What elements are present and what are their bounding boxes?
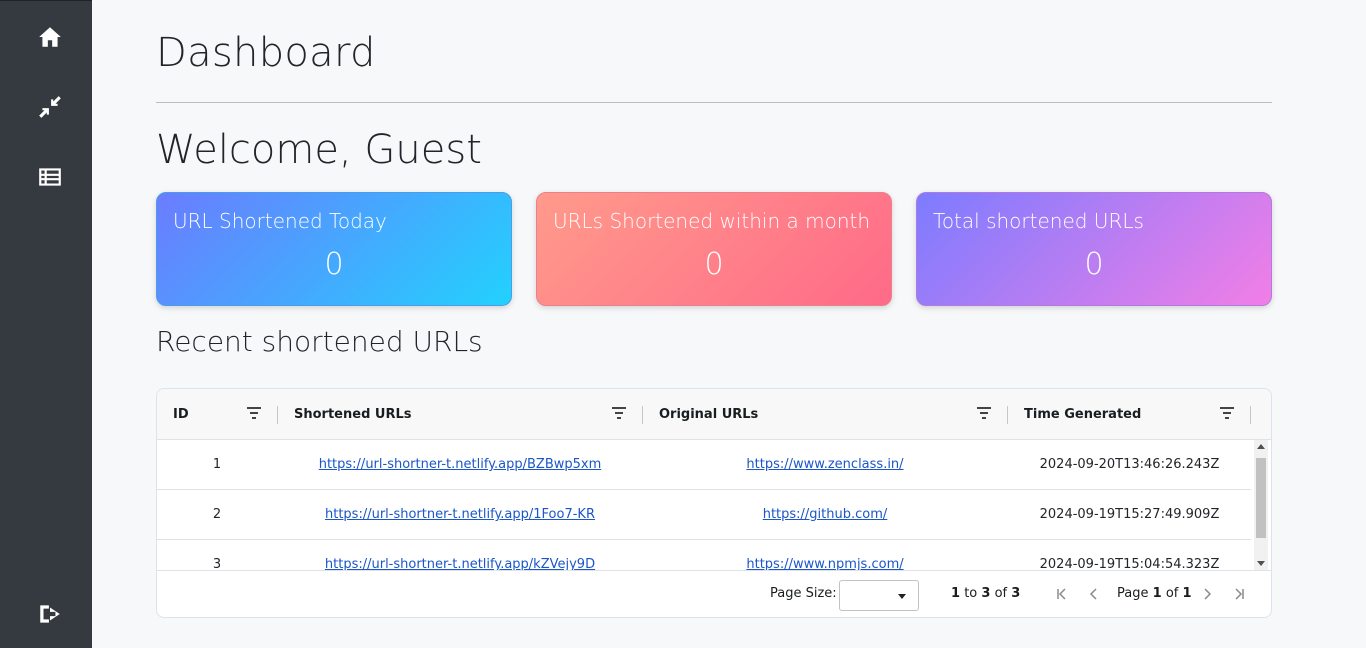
- page-indicator: Page 1 of 1: [1117, 586, 1192, 601]
- scroll-down-icon[interactable]: [1257, 561, 1265, 566]
- cell-shortened-url: https://url-shortner-t.netlify.app/1Foo7…: [278, 490, 642, 539]
- card-title: URLs Shortened within a month: [553, 209, 871, 233]
- range-of-word: of: [994, 586, 1008, 601]
- cell-time: 2024-09-20T13:46:26.243Z: [1039, 457, 1220, 472]
- card-url-shortened-today: URL Shortened Today 0: [156, 192, 512, 306]
- scroll-up-icon[interactable]: [1257, 444, 1265, 449]
- filter-icon[interactable]: [1220, 407, 1234, 419]
- range-from: 1: [951, 586, 961, 601]
- cell-original-url: https://github.com/: [643, 490, 1007, 539]
- filter-icon[interactable]: [977, 407, 991, 419]
- filter-icon[interactable]: [247, 407, 261, 419]
- page-title: Dashboard: [156, 30, 376, 76]
- cell-original-url: https://www.npmjs.com/: [643, 540, 1007, 570]
- recent-urls-heading: Recent shortened URLs: [156, 325, 483, 358]
- card-title: URL Shortened Today: [173, 209, 387, 233]
- shortened-url-link[interactable]: https://url-shortner-t.netlify.app/kZVej…: [325, 557, 595, 570]
- welcome-heading: Welcome, Guest: [156, 127, 482, 173]
- column-header-time-generated[interactable]: Time Generated: [1008, 389, 1251, 440]
- card-value: 0: [1084, 247, 1104, 282]
- original-url-link[interactable]: https://github.com/: [763, 507, 888, 522]
- logout-icon[interactable]: [36, 600, 64, 628]
- original-url-link[interactable]: https://www.npmjs.com/: [746, 557, 903, 570]
- card-value: 0: [324, 247, 344, 282]
- card-value: 0: [704, 247, 724, 282]
- table-row[interactable]: 2 https://url-shortner-t.netlify.app/1Fo…: [157, 490, 1251, 540]
- cell-shortened-url: https://url-shortner-t.netlify.app/kZVej…: [278, 540, 642, 570]
- chevron-down-icon: [898, 594, 906, 599]
- grid-header: ID Shortened URLs Original URLs Time Gen…: [157, 389, 1271, 440]
- home-icon[interactable]: [36, 23, 64, 51]
- column-header-label: Shortened URLs: [294, 407, 412, 422]
- card-urls-shortened-month: URLs Shortened within a month 0: [536, 192, 892, 306]
- divider: [156, 102, 1272, 103]
- column-header-original-urls[interactable]: Original URLs: [643, 389, 1007, 440]
- column-header-label: Time Generated: [1024, 407, 1142, 422]
- vertical-scrollbar[interactable]: [1254, 440, 1268, 570]
- page-current: 1: [1152, 586, 1162, 601]
- column-header-shortened-urls[interactable]: Shortened URLs: [278, 389, 642, 440]
- page-word: Page: [1117, 586, 1149, 601]
- page-of-word: of: [1165, 586, 1179, 601]
- shortened-url-link[interactable]: https://url-shortner-t.netlify.app/1Foo7…: [325, 507, 595, 522]
- range-total: 3: [1011, 586, 1021, 601]
- cell-id: 3: [212, 557, 222, 570]
- table-row[interactable]: 1 https://url-shortner-t.netlify.app/BZB…: [157, 440, 1251, 490]
- grid-body[interactable]: 1 https://url-shortner-t.netlify.app/BZB…: [157, 440, 1251, 570]
- row-summary: 1 to 3 of 3: [951, 586, 1020, 601]
- compress-icon[interactable]: [36, 93, 64, 121]
- range-to-word: to: [964, 586, 978, 601]
- column-header-label: Original URLs: [659, 407, 759, 422]
- pagination-bar: Page Size: 1 to 3 of 3 Page 1 of 1: [157, 570, 1271, 617]
- card-title: Total shortened URLs: [933, 209, 1144, 233]
- cell-shortened-url: https://url-shortner-t.netlify.app/BZBwp…: [278, 440, 642, 489]
- original-url-link[interactable]: https://www.zenclass.in/: [746, 457, 903, 472]
- sidebar: [0, 0, 92, 648]
- last-page-icon[interactable]: [1230, 585, 1248, 603]
- list-icon[interactable]: [36, 163, 64, 191]
- column-separator[interactable]: [1250, 406, 1251, 424]
- first-page-icon[interactable]: [1053, 585, 1071, 603]
- card-total-shortened-urls: Total shortened URLs 0: [916, 192, 1272, 306]
- next-page-icon[interactable]: [1198, 585, 1216, 603]
- previous-page-icon[interactable]: [1085, 585, 1103, 603]
- page-size-label: Page Size:: [770, 586, 837, 601]
- scrollbar-thumb[interactable]: [1256, 458, 1266, 538]
- column-header-label: ID: [173, 407, 189, 422]
- main-content: Dashboard Welcome, Guest URL Shortened T…: [92, 0, 1366, 648]
- page-total: 1: [1182, 586, 1192, 601]
- range-to: 3: [981, 586, 991, 601]
- page-size-select[interactable]: [839, 580, 919, 611]
- cell-time: 2024-09-19T15:04:54.323Z: [1039, 557, 1220, 570]
- table-row[interactable]: 3 https://url-shortner-t.netlify.app/kZV…: [157, 540, 1251, 570]
- shortened-url-link[interactable]: https://url-shortner-t.netlify.app/BZBwp…: [319, 457, 602, 472]
- filter-icon[interactable]: [612, 407, 626, 419]
- cell-id: 1: [212, 457, 222, 472]
- cell-id: 2: [212, 507, 222, 522]
- cell-original-url: https://www.zenclass.in/: [643, 440, 1007, 489]
- cell-time: 2024-09-19T15:27:49.909Z: [1039, 507, 1220, 522]
- recent-urls-grid: ID Shortened URLs Original URLs Time Gen…: [156, 388, 1272, 618]
